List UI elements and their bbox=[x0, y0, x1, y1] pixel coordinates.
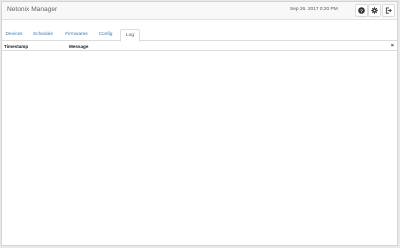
tab-devices[interactable]: Devices bbox=[3, 29, 25, 41]
help-icon: ? bbox=[358, 7, 365, 14]
top-navbar: Netonix Manager Sep 26, 2017 0:20 PM ? bbox=[2, 2, 397, 20]
tab-config[interactable]: Config bbox=[95, 29, 116, 41]
close-log-button[interactable]: × bbox=[391, 43, 394, 49]
log-table-header: Timestamp Message × bbox=[2, 42, 397, 51]
help-button[interactable]: ? bbox=[355, 4, 368, 17]
app-window: Netonix Manager Sep 26, 2017 0:20 PM ? D… bbox=[1, 1, 398, 246]
settings-button[interactable] bbox=[368, 4, 381, 17]
logout-icon bbox=[385, 7, 392, 14]
message-column-header: Message bbox=[69, 43, 89, 49]
log-table-body bbox=[2, 52, 397, 245]
timestamp-column-header: Timestamp bbox=[4, 43, 29, 49]
tab-schedule[interactable]: Schedule bbox=[30, 29, 56, 41]
app-title: Netonix Manager bbox=[7, 6, 58, 13]
tab-log[interactable]: Log bbox=[120, 29, 140, 42]
logout-button[interactable] bbox=[382, 4, 395, 17]
tab-firmwares[interactable]: Firmwares bbox=[62, 29, 91, 41]
current-datetime: Sep 26, 2017 0:20 PM bbox=[290, 7, 338, 12]
tab-bar: Devices Schedule Firmwares Config Log bbox=[2, 28, 397, 42]
gear-icon bbox=[371, 7, 378, 14]
svg-text:?: ? bbox=[360, 8, 363, 14]
